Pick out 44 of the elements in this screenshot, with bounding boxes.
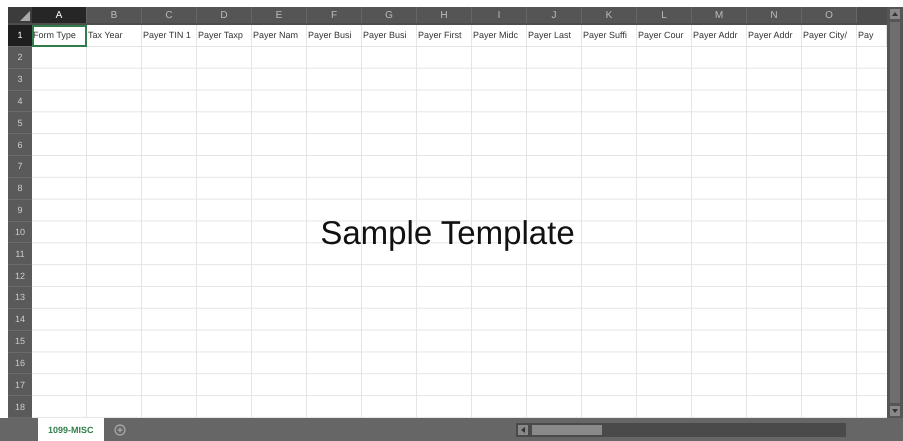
column-header[interactable]: L — [637, 7, 692, 23]
column-header[interactable]: I — [472, 7, 527, 23]
row-header[interactable]: 14 — [8, 308, 32, 331]
column-header[interactable]: D — [197, 7, 252, 23]
column-header[interactable]: M — [692, 7, 747, 23]
column-header[interactable]: E — [252, 7, 307, 23]
row-header[interactable]: 16 — [8, 352, 32, 374]
column-header[interactable]: F — [307, 7, 362, 23]
scroll-up-icon[interactable] — [890, 9, 900, 19]
sheet-tab[interactable]: 1099-MISC — [38, 418, 104, 441]
row-header[interactable]: 11 — [8, 243, 32, 266]
row-header[interactable]: 15 — [8, 330, 32, 352]
column-header[interactable]: C — [142, 7, 197, 23]
row-header[interactable]: 10 — [8, 222, 32, 244]
scroll-down-icon[interactable] — [890, 406, 900, 416]
add-sheet-icon[interactable] — [114, 424, 126, 436]
row-header[interactable]: 8 — [8, 178, 32, 200]
column-header[interactable]: G — [362, 7, 417, 23]
row-header[interactable]: 5 — [8, 112, 32, 134]
row-header[interactable]: 1 — [8, 25, 32, 47]
row-header[interactable]: 18 — [8, 396, 32, 418]
vertical-scrollbar[interactable] — [887, 7, 903, 418]
row-header[interactable]: 3 — [8, 68, 32, 90]
row-header[interactable]: 7 — [8, 156, 32, 178]
column-header[interactable]: O — [802, 7, 857, 23]
scroll-left-icon[interactable] — [518, 424, 528, 434]
row-header[interactable]: 6 — [8, 134, 32, 156]
column-header[interactable]: A — [32, 7, 87, 23]
column-header[interactable]: J — [527, 7, 582, 23]
horizontal-scrollbar[interactable] — [516, 422, 846, 436]
column-header[interactable]: B — [87, 7, 142, 23]
column-header[interactable]: N — [747, 7, 802, 23]
row-header[interactable]: 13 — [8, 287, 32, 309]
row-header[interactable]: 9 — [8, 200, 32, 222]
corner-triangle-icon — [20, 11, 30, 21]
row-header[interactable]: 2 — [8, 46, 32, 69]
select-all-corner[interactable] — [8, 7, 32, 23]
table-cell[interactable]: Pay — [857, 25, 887, 47]
row-header[interactable]: 17 — [8, 374, 32, 396]
row-header[interactable]: 12 — [8, 265, 32, 287]
row-header[interactable]: 4 — [8, 90, 32, 112]
column-header[interactable]: H — [417, 7, 472, 23]
watermark-heading: Sample Template — [320, 214, 575, 252]
column-header[interactable]: K — [582, 7, 637, 23]
